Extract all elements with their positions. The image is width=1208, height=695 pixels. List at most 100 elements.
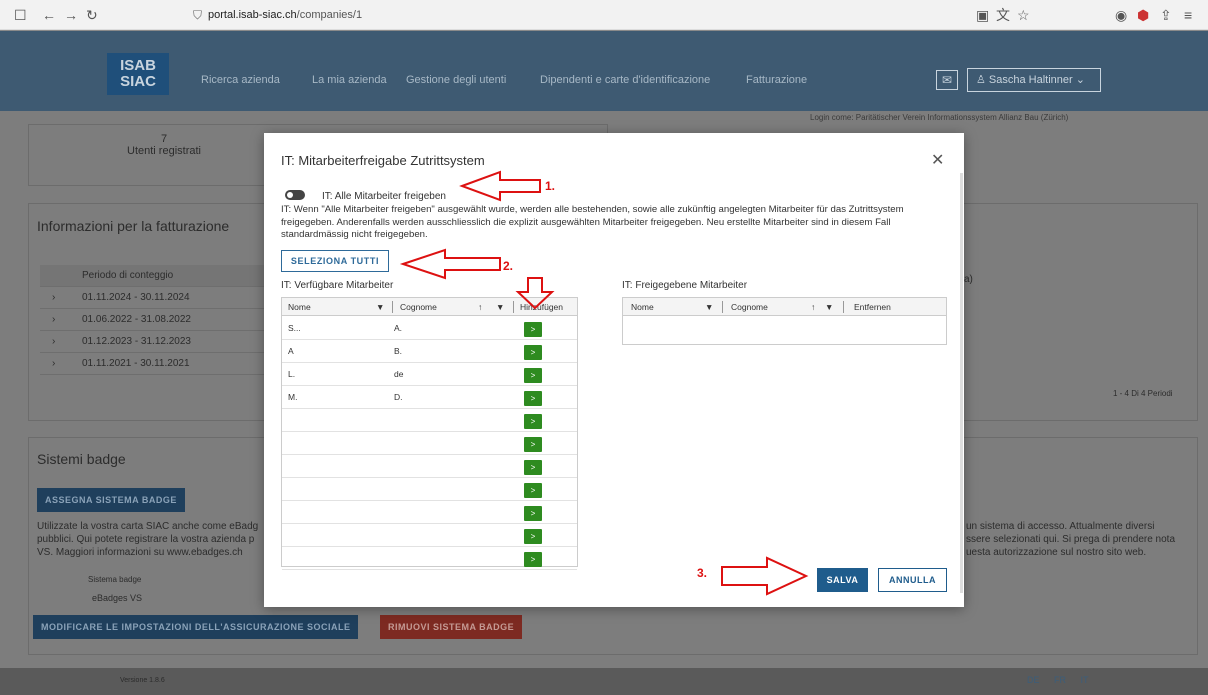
employee-name: M. xyxy=(288,392,298,402)
dialog-scrollbar[interactable] xyxy=(960,173,963,593)
available-employees-title: IT: Verfügbare Mitarbeiter xyxy=(281,280,394,291)
grid-header: Nome ▼ Cognome ↑ ▼ Entfernen xyxy=(623,298,946,316)
filter-icon[interactable]: ▼ xyxy=(705,302,713,312)
back-icon[interactable]: ← xyxy=(42,6,56,24)
add-employee-button[interactable]: > xyxy=(524,368,542,383)
translate-icon[interactable]: 文 xyxy=(996,6,1010,24)
billing-paging: 1 - 4 Di 4 Periodi xyxy=(1113,389,1173,398)
close-icon[interactable]: ✕ xyxy=(931,150,944,170)
filter-icon[interactable]: ▼ xyxy=(825,302,833,312)
col-name[interactable]: Nome xyxy=(288,302,311,312)
available-employees-grid: Nome ▼ Cognome ↑ ▼ Hinzufügen S... A. > A B.… xyxy=(281,297,578,570)
add-employee-button[interactable]: > xyxy=(524,322,542,337)
security-icon: ⛉ xyxy=(193,7,203,22)
table-row: A B. > xyxy=(282,340,577,363)
add-employee-button[interactable]: > xyxy=(524,414,542,429)
col-surname[interactable]: Cognome xyxy=(731,302,768,312)
tab-icon[interactable]: ☐ xyxy=(14,6,27,24)
released-employees-grid: Nome ▼ Cognome ↑ ▼ Entfernen xyxy=(622,297,947,345)
extension-icon[interactable]: ◉ xyxy=(1115,6,1127,24)
table-row: > xyxy=(282,547,577,570)
table-row: > xyxy=(282,432,577,455)
expand-icon: › xyxy=(52,336,56,347)
user-icon: ♙ xyxy=(976,74,989,86)
social-insurance-button[interactable]: MODIFICARE LE IMPOSTAZIONI DELL'ASSICURA… xyxy=(33,615,359,639)
expand-icon: › xyxy=(52,314,56,325)
share-icon[interactable]: ⇪ xyxy=(1160,6,1172,24)
remove-badge-button[interactable]: RIMUOVI SISTEMA BADGE xyxy=(380,615,523,639)
badge-text: uesta autorizzazione sul nostro sito web… xyxy=(966,547,1147,558)
filter-icon[interactable]: ▼ xyxy=(376,302,384,312)
nav-item-user-management[interactable]: Gestione degli utenti xyxy=(406,74,506,86)
logo[interactable]: ISAB SIAC xyxy=(107,53,169,95)
forward-icon[interactable]: → xyxy=(64,6,78,24)
login-info: Login come: Paritätischer Verein Informa… xyxy=(810,113,1069,122)
footer: Versione 1.8.6 DE FR IT xyxy=(0,668,1208,695)
employee-name: A xyxy=(288,346,294,356)
col-name[interactable]: Nome xyxy=(631,302,654,312)
reload-icon[interactable]: ↻ xyxy=(86,6,98,24)
expand-icon: › xyxy=(52,292,56,303)
badge-text: pubblici. Qui potete registrare la vostr… xyxy=(37,534,255,545)
menu-icon[interactable]: ≡ xyxy=(1184,6,1192,24)
language-switch[interactable]: DE FR IT xyxy=(1027,675,1089,685)
filter-icon[interactable]: ▼ xyxy=(496,302,504,312)
site-header: ISAB SIAC Ricerca azienda La mia azienda … xyxy=(0,31,1208,111)
bookmark-star-icon[interactable]: ☆ xyxy=(1017,6,1030,24)
table-row: L. de > xyxy=(282,363,577,386)
reader-icon[interactable]: ▣ xyxy=(976,6,989,24)
add-employee-button[interactable]: > xyxy=(524,391,542,406)
shield-extension-icon[interactable]: ⬢ xyxy=(1137,6,1149,24)
table-row: > xyxy=(282,501,577,524)
release-all-toggle[interactable] xyxy=(285,190,305,200)
badge-text: VS. Maggiori informazioni su www.ebadges… xyxy=(37,547,243,558)
url-domain: portal.isab-siac.ch xyxy=(208,9,297,21)
add-employee-button[interactable]: > xyxy=(524,483,542,498)
dialog-title: IT: Mitarbeiterfreigabe Zutrittsystem xyxy=(281,153,485,168)
table-row: > xyxy=(282,524,577,547)
add-employee-button[interactable]: > xyxy=(524,529,542,544)
employee-name: L. xyxy=(288,369,296,379)
assign-badge-button[interactable]: ASSEGNA SISTEMA BADGE xyxy=(37,488,185,512)
employee-surname: de xyxy=(394,369,404,379)
col-remove: Entfernen xyxy=(854,302,891,312)
sort-asc-icon[interactable]: ↑ xyxy=(811,302,815,312)
grid-header: Nome ▼ Cognome ↑ ▼ Hinzufügen xyxy=(282,298,577,316)
browser-toolbar: ☐ ← → ↻ ⛉ portal.isab-siac.ch/companies/… xyxy=(0,0,1208,30)
released-employees-title: IT: Freigegebene Mitarbeiter xyxy=(622,280,748,291)
url-path: /companies/1 xyxy=(296,9,363,21)
mail-icon[interactable]: ✉ xyxy=(936,70,958,90)
employee-surname: D. xyxy=(394,392,403,402)
employee-surname: A. xyxy=(394,323,403,333)
nav-item-billing[interactable]: Fatturazione xyxy=(746,74,807,86)
billing-title: Informazioni per la fatturazione xyxy=(37,218,230,234)
add-employee-button[interactable]: > xyxy=(524,437,542,452)
users-label: Utenti registrati xyxy=(127,145,201,157)
annotation-3: 3. xyxy=(697,566,708,580)
nav-item-search-company[interactable]: Ricerca azienda xyxy=(201,74,280,86)
add-employee-button[interactable]: > xyxy=(524,552,542,567)
nav-item-employees-cards[interactable]: Dipendenti e carte d'identificazione xyxy=(540,74,710,86)
table-row: M. D. > xyxy=(282,386,577,409)
annotation-1: 1. xyxy=(545,179,556,193)
release-description: IT: Wenn "Alle Mitarbeiter freigeben" au… xyxy=(281,204,904,240)
employee-name: S... xyxy=(288,323,301,333)
add-employee-button[interactable]: > xyxy=(524,345,542,360)
users-count: 7 xyxy=(160,133,168,145)
select-all-button[interactable]: SELEZIONA TUTTI xyxy=(281,250,389,272)
badge-title: Sistemi badge xyxy=(37,451,126,467)
version: Versione 1.8.6 xyxy=(120,677,165,684)
address-bar[interactable]: ⛉ portal.isab-siac.ch/companies/1 xyxy=(193,5,953,25)
nav-item-my-company[interactable]: La mia azienda xyxy=(312,74,387,86)
table-row: S... A. > xyxy=(282,317,577,340)
cancel-button[interactable]: ANNULLA xyxy=(878,568,947,592)
user-menu-button[interactable]: ♙ Sascha Haltinner ⌄ xyxy=(967,68,1101,92)
badge-text: Utilizzate la vostra carta SIAC anche co… xyxy=(37,521,259,532)
sort-asc-icon[interactable]: ↑ xyxy=(478,302,482,312)
release-all-label: IT: Alle Mitarbeiter freigeben xyxy=(322,191,446,202)
col-surname[interactable]: Cognome xyxy=(400,302,437,312)
badge-system-value: eBadges VS xyxy=(92,593,143,603)
add-employee-button[interactable]: > xyxy=(524,506,542,521)
save-button[interactable]: SALVA xyxy=(817,568,868,592)
add-employee-button[interactable]: > xyxy=(524,460,542,475)
